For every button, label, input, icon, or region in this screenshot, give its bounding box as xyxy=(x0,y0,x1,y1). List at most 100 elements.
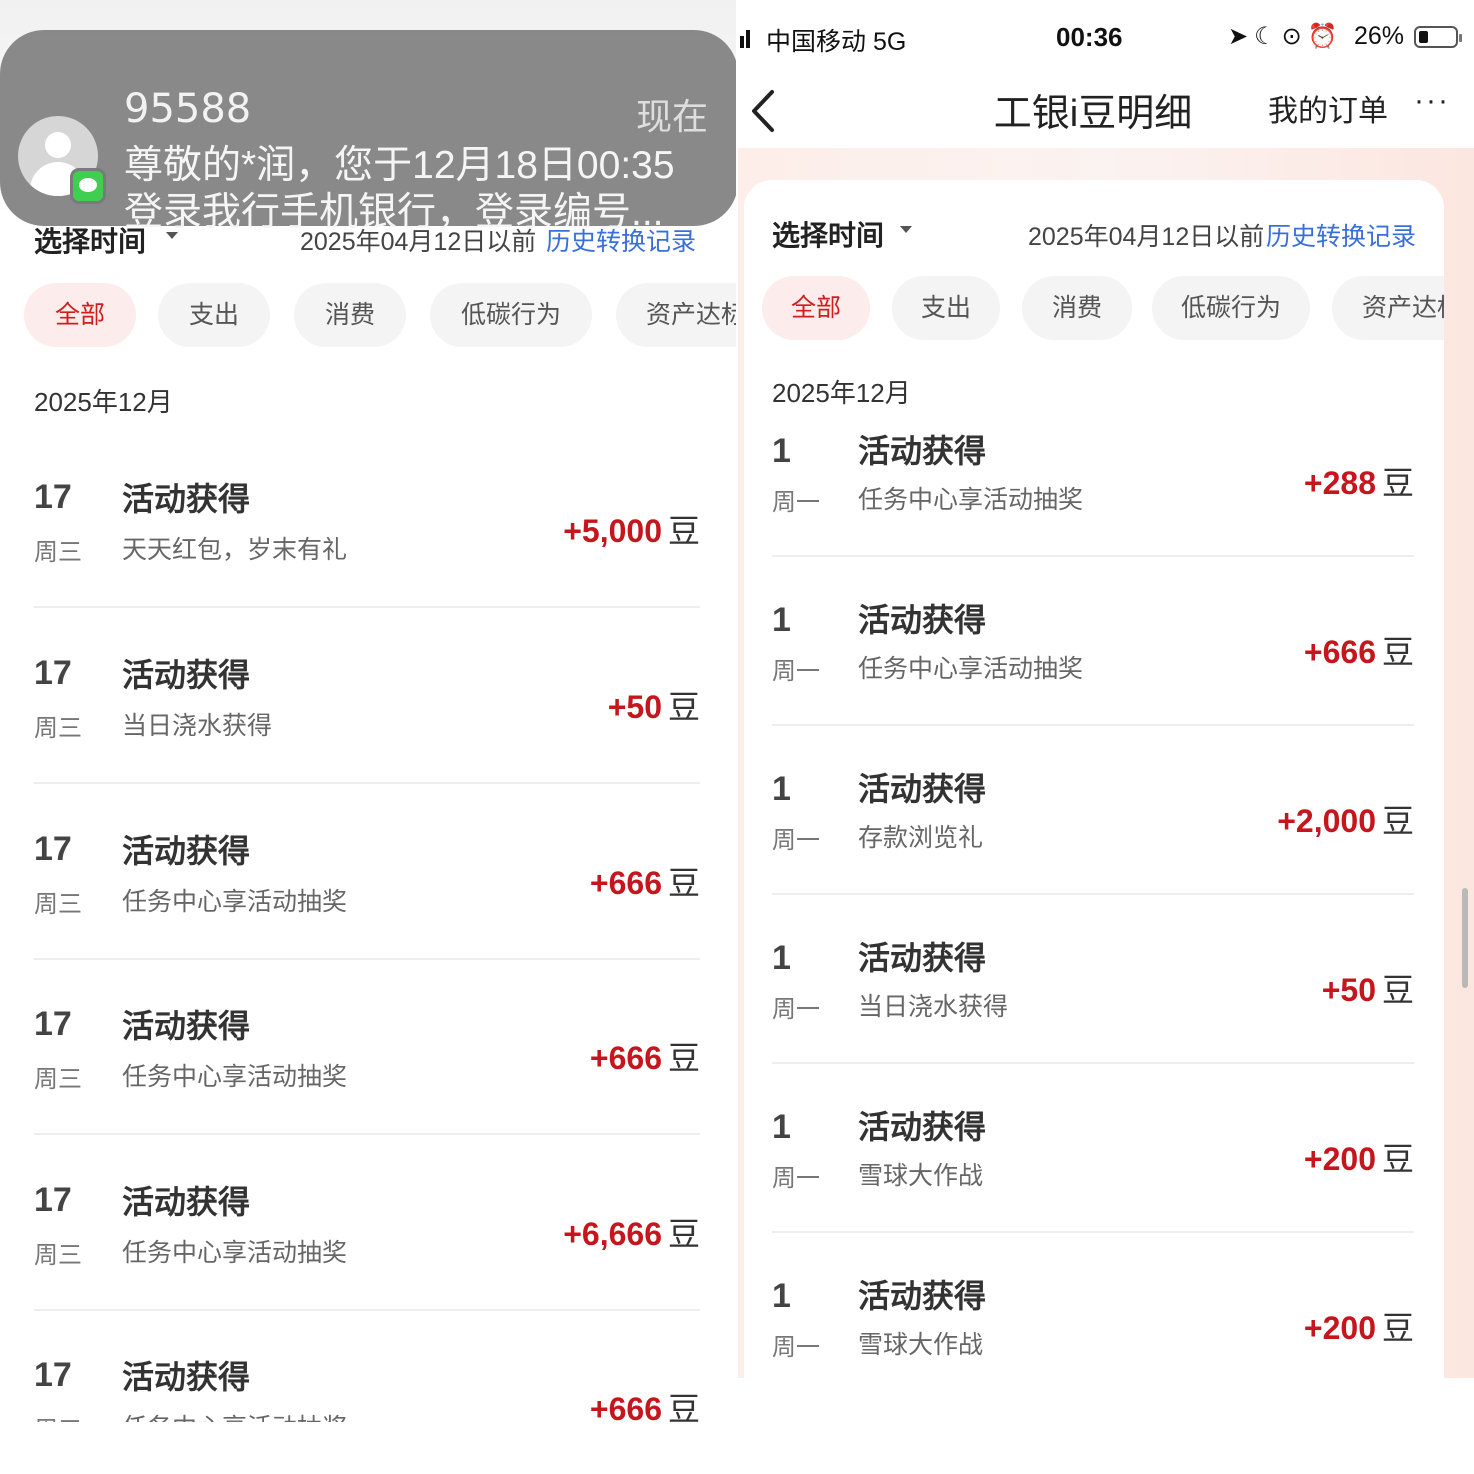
divider xyxy=(34,782,700,784)
item-desc: 当日浇水获得 xyxy=(858,993,1009,1021)
list-item[interactable]: 1 周一 活动获得 当日浇水获得 +50 豆 xyxy=(772,931,1414,1067)
tab-low-carbon[interactable]: 低碳行为 xyxy=(430,283,592,347)
notification-text-line2: 登录我行手机银行，登录编号... xyxy=(124,191,664,234)
status-icons: ➤☾⊙⏰ xyxy=(1228,22,1344,51)
divider xyxy=(772,1062,1414,1064)
amount-value: +288 xyxy=(1303,465,1376,501)
amount-value: +666 xyxy=(589,1040,662,1076)
item-day: 17 xyxy=(34,478,72,516)
item-desc: 任务中心享活动抽奖 xyxy=(122,1063,348,1091)
item-desc: 任务中心享活动抽奖 xyxy=(858,486,1084,514)
amount-value: +666 xyxy=(589,865,662,901)
tab-expense[interactable]: 支出 xyxy=(158,283,270,347)
item-day: 1 xyxy=(772,1277,791,1315)
item-title: 活动获得 xyxy=(122,657,251,693)
list-item[interactable]: 1 周一 活动获得 存款浏览礼 +2,000 豆 xyxy=(772,762,1414,898)
item-day: 17 xyxy=(34,1356,72,1394)
item-amount: +288 豆 xyxy=(1304,458,1414,504)
item-amount: +200 豆 xyxy=(1304,1134,1414,1180)
item-day: 1 xyxy=(772,770,791,808)
item-weekday: 周三 xyxy=(34,1410,82,1422)
unit-label: 豆 xyxy=(667,689,700,725)
item-weekday: 周一 xyxy=(772,658,820,685)
moon-icon: ☾ xyxy=(1254,23,1282,50)
carrier-label: 中国移动 5G xyxy=(766,28,907,56)
item-day: 1 xyxy=(772,1108,791,1146)
list-item[interactable]: 1 周一 活动获得 雪球大作战 +200 豆 xyxy=(772,1100,1414,1236)
item-amount: +666 豆 xyxy=(590,1384,700,1422)
tab-asset[interactable]: 资产达标 xyxy=(616,283,736,347)
scrollbar[interactable] xyxy=(1462,888,1468,988)
list-item[interactable]: 17 周三 活动获得 任务中心享活动抽奖 +6,666 豆 xyxy=(34,1173,700,1313)
item-title: 活动获得 xyxy=(858,940,987,976)
list-item[interactable]: 1 周一 活动获得 雪球大作战 +200 豆 xyxy=(772,1269,1414,1378)
item-title: 活动获得 xyxy=(858,602,987,638)
list-item[interactable]: 17 周三 活动获得 天天红包，岁末有礼 +5,000 豆 xyxy=(34,470,700,610)
item-amount: +666 豆 xyxy=(590,858,700,904)
divider xyxy=(34,958,700,960)
item-weekday: 周一 xyxy=(772,827,820,854)
tab-all[interactable]: 全部 xyxy=(762,276,870,340)
item-title: 活动获得 xyxy=(122,1184,251,1220)
item-amount: +50 豆 xyxy=(608,682,700,728)
tab-all[interactable]: 全部 xyxy=(24,283,136,347)
item-amount: +6,666 豆 xyxy=(563,1209,700,1255)
tab-consume[interactable]: 消费 xyxy=(294,283,406,347)
list-item[interactable]: 17 周三 活动获得 当日浇水获得 +50 豆 xyxy=(34,646,700,786)
divider xyxy=(34,1309,700,1311)
unit-label: 豆 xyxy=(1381,972,1414,1008)
divider xyxy=(34,606,700,608)
unit-label: 豆 xyxy=(1381,465,1414,501)
item-day: 17 xyxy=(34,1181,72,1219)
amount-value: +50 xyxy=(1321,972,1376,1008)
amount-value: +666 xyxy=(589,1391,662,1422)
tab-low-carbon[interactable]: 低碳行为 xyxy=(1152,276,1310,340)
item-amount: +666 豆 xyxy=(590,1033,700,1079)
item-amount: +5,000 豆 xyxy=(563,506,700,552)
item-title: 活动获得 xyxy=(122,481,251,517)
list-item[interactable]: 17 周三 活动获得 任务中心享活动抽奖 +666豆 xyxy=(34,1348,700,1422)
unit-label: 豆 xyxy=(667,865,700,901)
tab-consume[interactable]: 消费 xyxy=(1022,276,1132,340)
divider xyxy=(772,893,1414,895)
item-day: 17 xyxy=(34,1005,72,1043)
item-desc: 当日浇水获得 xyxy=(122,712,273,740)
history-conversion-link[interactable]: 历史转换记录 xyxy=(1266,217,1416,253)
messages-app-icon xyxy=(70,168,106,204)
amount-value: +2,000 xyxy=(1277,803,1376,839)
unit-label: 豆 xyxy=(1381,1141,1414,1177)
filter-bar: 选择时间 2025年04月12日以前 历史转换记录 xyxy=(738,180,1474,260)
tab-strip: 全部 支出 消费 低碳行为 资产达标 xyxy=(738,276,1444,346)
list-item[interactable]: 1 周一 活动获得 任务中心享活动抽奖 +666 豆 xyxy=(772,593,1414,729)
item-day: 17 xyxy=(34,830,72,868)
location-icon: ➤ xyxy=(1228,23,1255,50)
left-screenshot: 95588 现在 尊敬的*润，您于12月18日00:35 登录我行手机银行，登录… xyxy=(0,0,736,1422)
item-desc: 任务中心享活动抽奖 xyxy=(122,888,348,916)
more-menu-icon[interactable]: ··· xyxy=(1414,84,1450,118)
divider xyxy=(772,555,1414,557)
notification-time: 现在 xyxy=(635,96,708,137)
unit-label: 豆 xyxy=(1381,1310,1414,1346)
item-desc: 雪球大作战 xyxy=(858,1331,984,1359)
before-date-text: 2025年04月12日以前 xyxy=(1028,223,1265,251)
unit-label: 豆 xyxy=(1381,803,1414,839)
item-amount: +50 豆 xyxy=(1322,965,1414,1011)
list-item[interactable]: 17 周三 活动获得 任务中心享活动抽奖 +666豆 xyxy=(34,997,700,1137)
list-item[interactable]: 17 周三 活动获得 任务中心享活动抽奖 +666豆 xyxy=(34,822,700,962)
item-weekday: 周三 xyxy=(34,715,82,742)
signal-icon xyxy=(740,30,754,48)
month-header: 2025年12月 xyxy=(772,378,911,408)
select-time-dropdown[interactable]: 选择时间 xyxy=(772,214,884,254)
caret-down-icon[interactable] xyxy=(900,226,912,233)
tab-asset[interactable]: 资产达标 xyxy=(1332,276,1444,340)
amount-value: +666 xyxy=(1303,634,1376,670)
my-orders-button[interactable]: 我的订单 xyxy=(1268,86,1388,130)
list-item[interactable]: 1 周一 活动获得 任务中心享活动抽奖 +288 豆 xyxy=(772,424,1414,560)
tab-expense[interactable]: 支出 xyxy=(892,276,1000,340)
sms-notification-banner[interactable]: 95588 现在 尊敬的*润，您于12月18日00:35 登录我行手机银行，登录… xyxy=(0,30,736,234)
unit-label: 豆 xyxy=(667,513,700,549)
item-weekday: 周一 xyxy=(772,1334,820,1361)
divider xyxy=(34,1133,700,1135)
month-header: 2025年12月 xyxy=(34,387,173,417)
battery-icon xyxy=(1414,26,1462,48)
